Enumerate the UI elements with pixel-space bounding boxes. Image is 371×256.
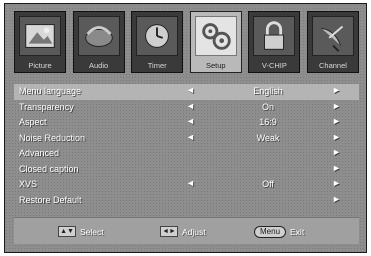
tab-timer[interactable]: Timer xyxy=(131,11,184,73)
menu-tab-bar: Picture Audio Timer Setup V-CHIP Channel xyxy=(14,11,359,75)
menu-item-value: Weak xyxy=(256,132,280,143)
satellite-dish-icon xyxy=(311,16,354,56)
right-arrow-icon[interactable]: ► xyxy=(332,163,341,173)
menu-row-xvs[interactable]: XVS ◄ Off ► xyxy=(14,177,359,193)
right-arrow-icon[interactable]: ► xyxy=(332,101,341,111)
left-arrow-icon[interactable]: ◄ xyxy=(186,116,195,126)
tab-v-chip[interactable]: V-CHIP xyxy=(248,11,301,73)
left-arrow-icon[interactable]: ◄ xyxy=(186,178,195,188)
menu-key-icon: Menu xyxy=(254,226,287,238)
menu-item-label: Closed caption xyxy=(19,163,79,174)
lock-icon xyxy=(253,16,296,56)
left-right-keys-icon: ◄► xyxy=(160,226,178,237)
menu-row-noise-reduction[interactable]: Noise Reduction ◄ Weak ► xyxy=(14,131,359,147)
left-arrow-icon[interactable]: ◄ xyxy=(186,101,195,111)
menu-row-closed-caption[interactable]: Closed caption ► xyxy=(14,162,359,178)
tab-channel[interactable]: Channel xyxy=(306,11,359,73)
menu-item-label: Noise Reduction xyxy=(19,132,86,143)
menu-row-aspect[interactable]: Aspect ◄ 16:9 ► xyxy=(14,115,359,131)
tab-audio[interactable]: Audio xyxy=(72,11,125,73)
right-arrow-icon[interactable]: ► xyxy=(332,116,341,126)
menu-row-advanced[interactable]: Advanced ► xyxy=(14,146,359,162)
help-select: ▲▼ Select xyxy=(58,226,104,237)
right-arrow-icon[interactable]: ► xyxy=(332,147,341,157)
menu-item-value: On xyxy=(261,101,274,112)
menu-row-menu-language[interactable]: Menu language ◄ English ► xyxy=(14,84,359,100)
menu-item-label: Aspect xyxy=(19,117,47,127)
menu-item-value: Off xyxy=(262,179,274,189)
left-arrow-icon[interactable]: ◄ xyxy=(186,132,195,142)
tab-label: V-CHIP xyxy=(261,61,287,70)
tab-picture[interactable]: Picture xyxy=(14,11,66,73)
menu-item-label: Restore Default xyxy=(19,194,82,205)
tab-setup[interactable]: Setup xyxy=(189,11,242,73)
right-arrow-icon[interactable]: ► xyxy=(332,194,341,204)
help-bar: ▲▼ Select ◄► Adjust Menu Exit xyxy=(14,217,359,244)
help-exit: Menu Exit xyxy=(254,226,304,238)
menu-item-label: Advanced xyxy=(19,148,60,158)
help-adjust: ◄► Adjust xyxy=(160,226,206,237)
right-arrow-icon[interactable]: ► xyxy=(332,132,341,142)
menu-row-transparency[interactable]: Transparency ◄ On ► xyxy=(14,100,359,116)
menu-item-value: 16:9 xyxy=(259,117,277,127)
setup-icon xyxy=(194,16,237,56)
menu-item-label: XVS xyxy=(19,179,38,189)
menu-row-restore-default[interactable]: Restore Default ► xyxy=(14,193,359,209)
tab-label: Audio xyxy=(89,61,109,70)
menu-item-label: Transparency xyxy=(19,101,74,112)
tab-label: Timer xyxy=(147,61,167,70)
tv-osd-menu: Picture Audio Timer Setup V-CHIP Channel… xyxy=(4,3,367,253)
menu-item-label: Menu language xyxy=(19,86,82,96)
menu-item-value: English xyxy=(253,86,283,96)
tab-label: Channel xyxy=(318,61,347,70)
right-arrow-icon[interactable]: ► xyxy=(332,85,341,95)
right-arrow-icon[interactable]: ► xyxy=(332,178,341,188)
up-down-keys-icon: ▲▼ xyxy=(58,226,76,237)
help-select-label: Select xyxy=(80,226,104,237)
left-arrow-icon[interactable]: ◄ xyxy=(186,85,195,95)
tab-label: Picture xyxy=(28,61,52,70)
timer-icon xyxy=(136,16,179,56)
tab-label: Setup xyxy=(205,61,226,70)
setup-menu-list: Menu language ◄ English ► Transparency ◄… xyxy=(14,84,359,208)
picture-icon xyxy=(19,16,61,56)
help-exit-label: Exit xyxy=(290,227,305,237)
audio-icon xyxy=(77,16,120,56)
help-adjust-label: Adjust xyxy=(182,226,206,237)
